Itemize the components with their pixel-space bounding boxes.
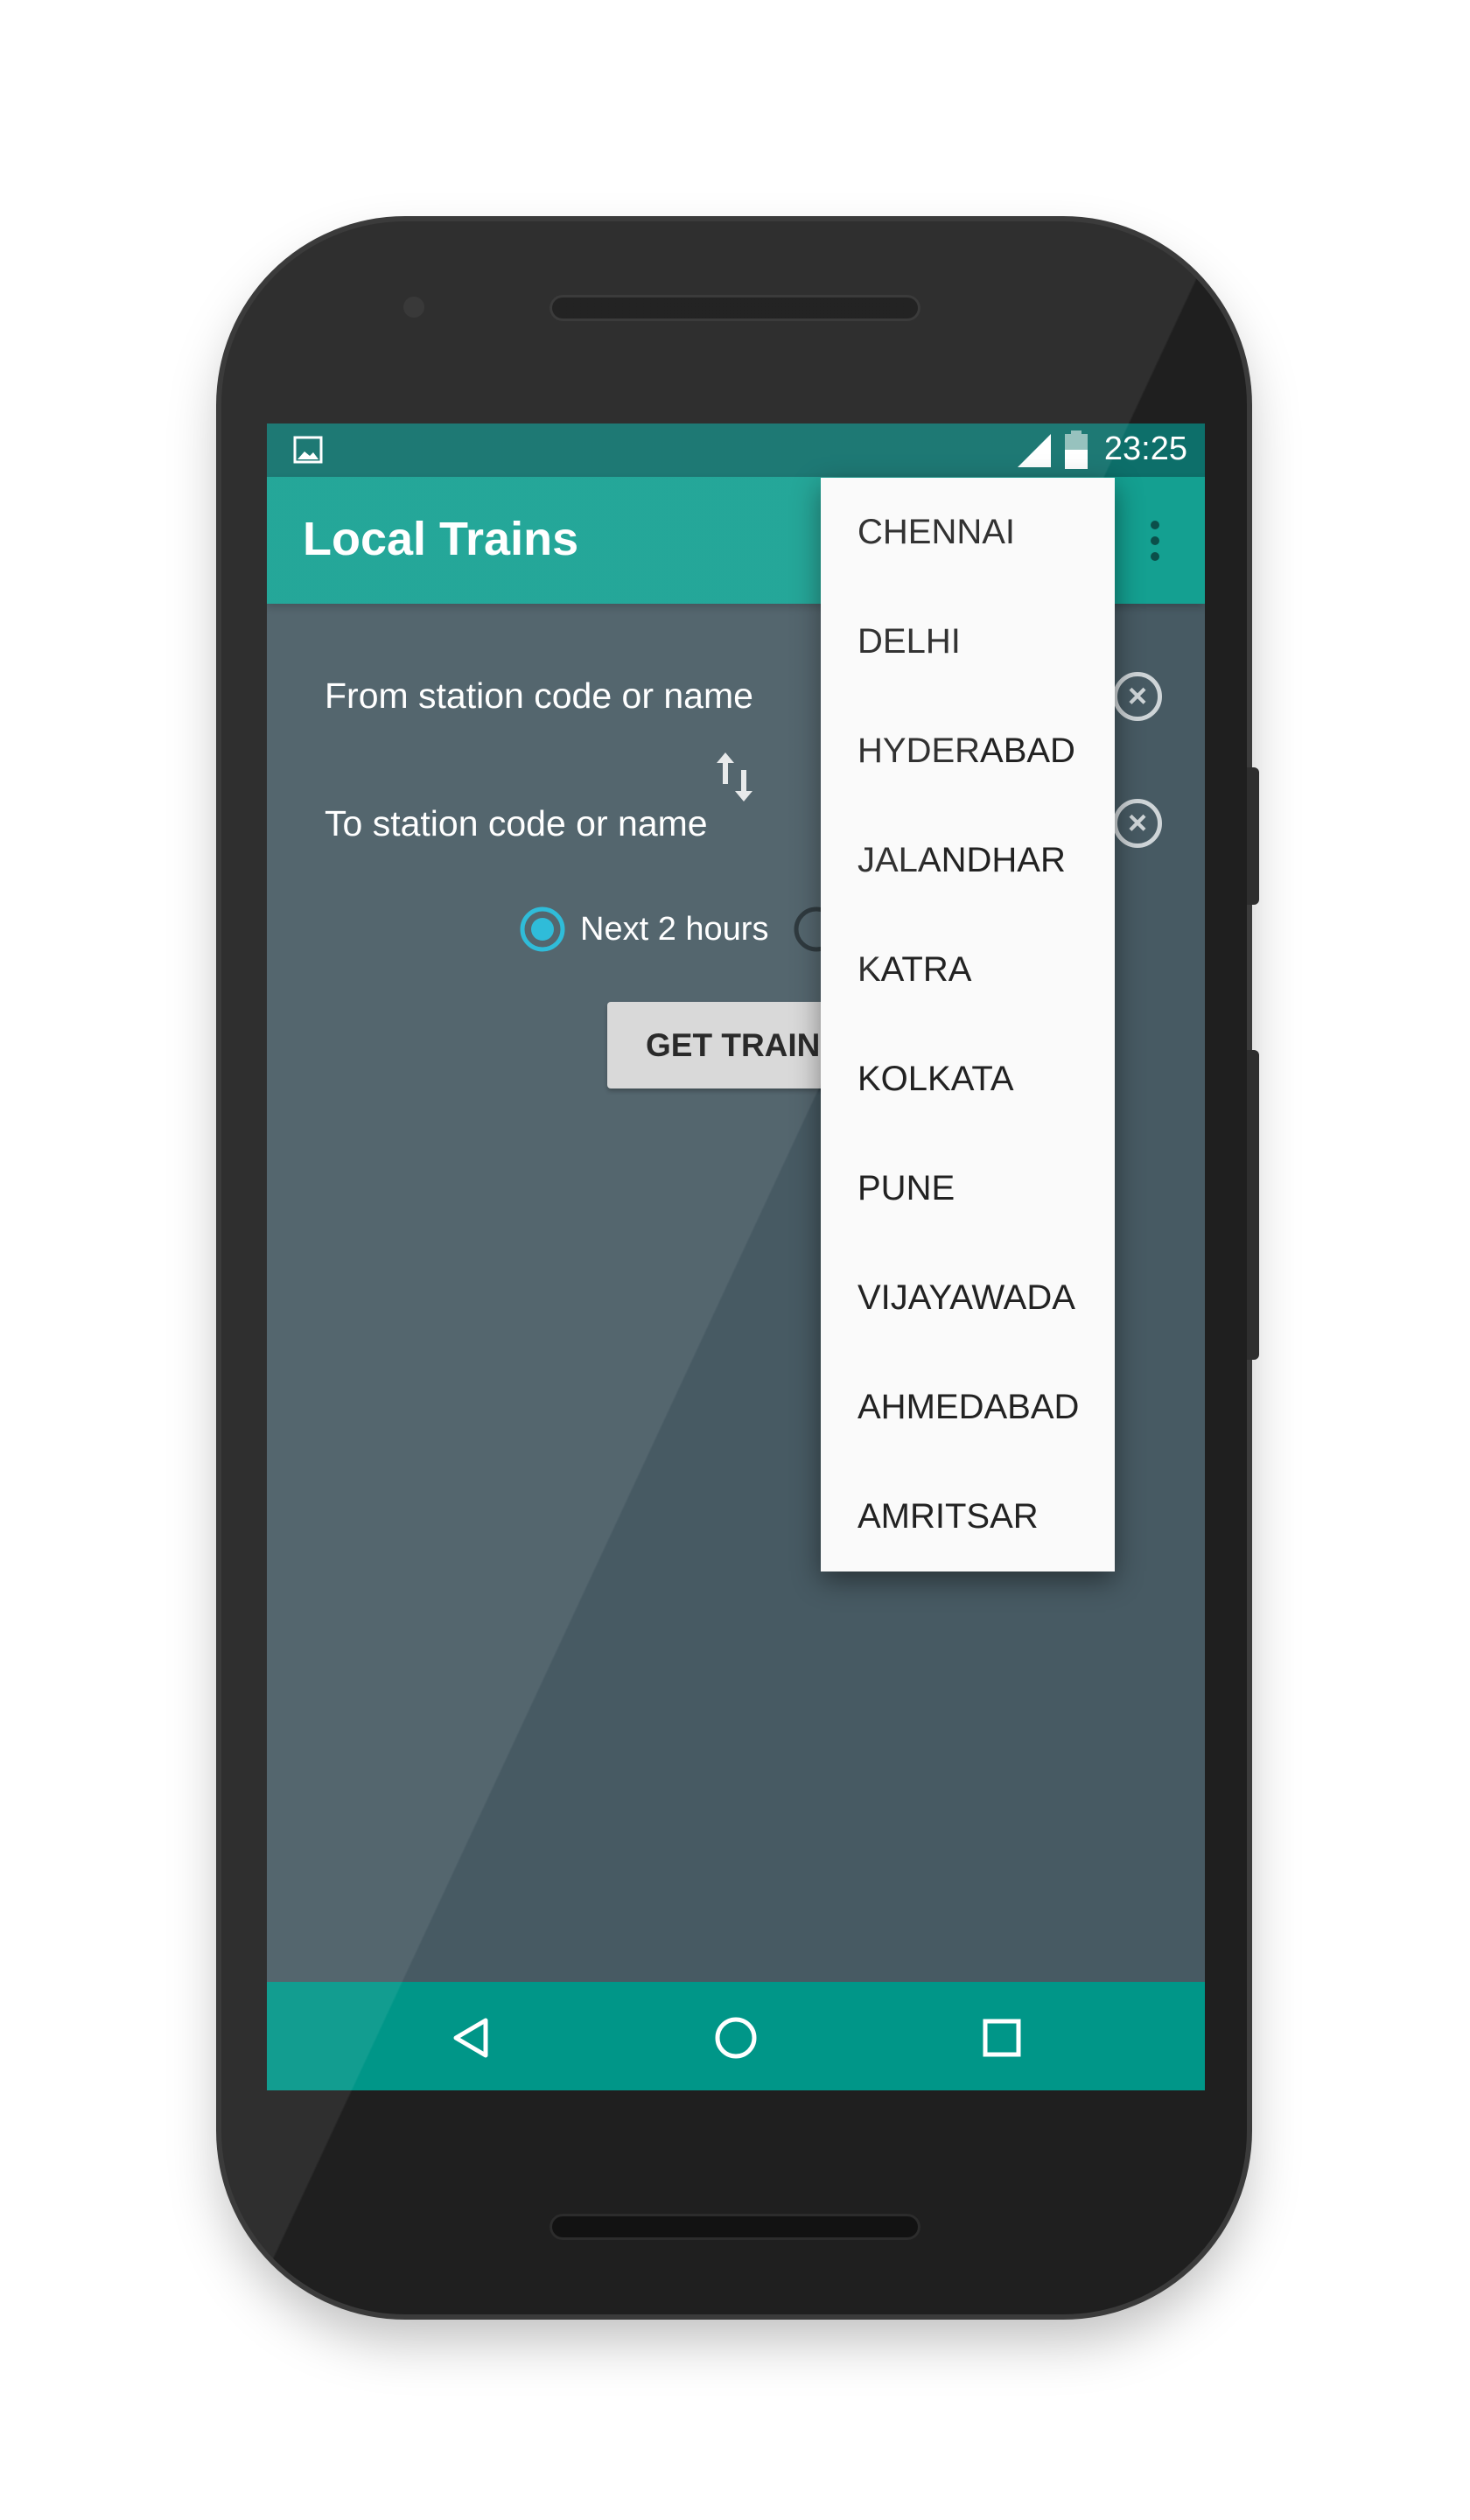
radio-next-2-hours[interactable]	[518, 905, 567, 954]
app-title: Local Trains	[303, 513, 579, 565]
city-dropdown-menu: CHENNAI DELHI HYDERABAD JALANDHAR KATRA …	[821, 478, 1115, 1572]
screen: 23:25 Local Trains From station code or …	[267, 424, 1205, 2090]
dropdown-item[interactable]: VIJAYAWADA	[821, 1243, 1115, 1353]
bottom-speaker	[550, 2214, 920, 2240]
dropdown-item[interactable]: PUNE	[821, 1134, 1115, 1243]
earpiece-speaker	[550, 295, 920, 321]
to-station-input[interactable]: To station code or name	[325, 803, 708, 844]
power-button	[1247, 767, 1259, 905]
dropdown-item[interactable]: DELHI	[821, 587, 1115, 696]
battery-icon	[1065, 430, 1088, 469]
clear-from-icon[interactable]: ×	[1113, 672, 1162, 721]
front-camera	[403, 297, 424, 318]
nav-bar	[267, 1982, 1205, 2090]
volume-button	[1247, 1050, 1259, 1360]
image-icon	[293, 436, 323, 464]
dropdown-item[interactable]: HYDERABAD	[821, 696, 1115, 806]
status-time: 23:25	[1103, 430, 1187, 467]
dropdown-item[interactable]: AMRITSAR	[821, 1462, 1115, 1572]
dropdown-item[interactable]: AHMEDABAD	[821, 1353, 1115, 1462]
from-station-input[interactable]: From station code or name	[325, 676, 753, 717]
signal-icon	[1018, 434, 1051, 467]
dropdown-item[interactable]: KATRA	[821, 915, 1115, 1025]
dropdown-item[interactable]: CHENNAI	[821, 478, 1115, 587]
dropdown-item[interactable]: KOLKATA	[821, 1025, 1115, 1134]
clear-to-icon[interactable]: ×	[1113, 799, 1162, 848]
radio-label-next-2-hours: Next 2 hours	[580, 911, 769, 948]
home-icon[interactable]	[713, 2015, 759, 2061]
swap-vertical-icon[interactable]	[713, 749, 759, 805]
recents-icon[interactable]	[982, 2018, 1022, 2058]
overflow-menu-icon[interactable]	[1144, 519, 1166, 563]
back-icon[interactable]	[451, 2017, 491, 2059]
dropdown-item[interactable]: JALANDHAR	[821, 806, 1115, 915]
status-bar: 23:25	[267, 424, 1205, 477]
